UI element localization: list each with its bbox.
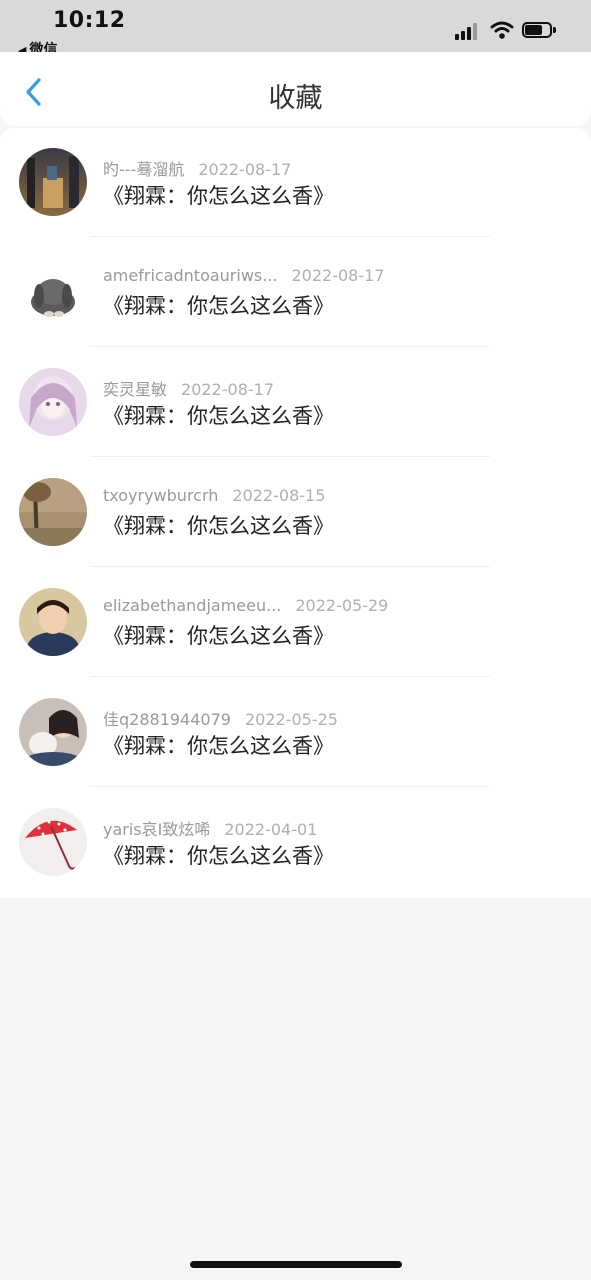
item-meta: 奕灵星敏 2022-08-17: [103, 376, 274, 400]
battery-icon: [522, 22, 556, 40]
list-item[interactable]: elizabethandjameeu... 2022-05-29 《翔霖：你怎么这…: [0, 568, 591, 678]
item-title: 《翔霖：你怎么这么香》: [103, 844, 334, 868]
cellular-signal-icon: [455, 22, 481, 40]
divider: [90, 346, 490, 347]
divider: [90, 456, 490, 457]
list-item[interactable]: 佳q2881944079 2022-05-25 《翔霖：你怎么这么香》: [0, 678, 591, 788]
item-date: 2022-08-17: [181, 380, 274, 399]
divider: [90, 566, 490, 567]
wifi-icon: [490, 21, 514, 39]
item-author: yaris哀I致炫唏: [103, 820, 211, 839]
item-meta: 旳---蓦溜航 2022-08-17: [103, 156, 291, 180]
item-title: 《翔霖：你怎么这么香》: [103, 514, 334, 538]
list-item[interactable]: yaris哀I致炫唏 2022-04-01 《翔霖：你怎么这么香》: [0, 788, 591, 898]
item-meta: elizabethandjameeu... 2022-05-29: [103, 596, 388, 615]
item-author: amefricadntoauriws...: [103, 266, 278, 285]
item-date: 2022-08-15: [232, 486, 326, 505]
avatar: [19, 478, 87, 546]
item-date: 2022-08-17: [198, 160, 292, 179]
item-date: 2022-05-25: [244, 710, 338, 729]
item-date: 2022-08-17: [291, 266, 385, 285]
item-author: 奕灵星敏: [103, 380, 168, 399]
avatar: [19, 698, 87, 766]
avatar: [19, 588, 87, 656]
item-date: 2022-04-01: [224, 820, 318, 839]
list-item[interactable]: amefricadntoauriws... 2022-08-17 《翔霖：你怎么这…: [0, 238, 591, 348]
status-time: 10:12: [53, 8, 126, 33]
nav-bar: 收藏: [0, 52, 591, 126]
item-author: 佳q2881944079: [103, 710, 231, 729]
item-meta: txoyrywburcrh 2022-08-15: [103, 486, 325, 505]
item-meta: 佳q2881944079 2022-05-25: [103, 706, 338, 730]
page-title: 收藏: [268, 83, 323, 114]
item-author: txoyrywburcrh: [103, 486, 219, 505]
item-title: 《翔霖：你怎么这么香》: [103, 404, 334, 428]
favorites-list: 旳---蓦溜航 2022-08-17 《翔霖：你怎么这么香》 amefricadn…: [0, 128, 591, 898]
item-meta: yaris哀I致炫唏 2022-04-01: [103, 816, 317, 840]
item-title: 《翔霖：你怎么这么香》: [103, 734, 334, 758]
item-meta: amefricadntoauriws... 2022-08-17: [103, 266, 384, 285]
avatar: [19, 368, 87, 436]
avatar: [19, 148, 87, 216]
divider: [90, 676, 490, 677]
list-item[interactable]: txoyrywburcrh 2022-08-15 《翔霖：你怎么这么香》: [0, 458, 591, 568]
home-indicator[interactable]: [190, 1261, 402, 1268]
divider: [90, 786, 490, 787]
list-item[interactable]: 旳---蓦溜航 2022-08-17 《翔霖：你怎么这么香》: [0, 128, 591, 238]
avatar: [19, 258, 87, 326]
list-item[interactable]: 奕灵星敏 2022-08-17 《翔霖：你怎么这么香》: [0, 348, 591, 458]
item-author: elizabethandjameeu...: [103, 596, 282, 615]
item-title: 《翔霖：你怎么这么香》: [103, 294, 334, 318]
item-date: 2022-05-29: [295, 596, 389, 615]
avatar: [19, 808, 87, 876]
divider: [90, 236, 490, 237]
item-title: 《翔霖：你怎么这么香》: [103, 184, 334, 208]
item-author: 旳---蓦溜航: [103, 160, 185, 179]
status-bar: 10:12 ◀ 微信: [0, 0, 591, 58]
item-title: 《翔霖：你怎么这么香》: [103, 624, 334, 648]
